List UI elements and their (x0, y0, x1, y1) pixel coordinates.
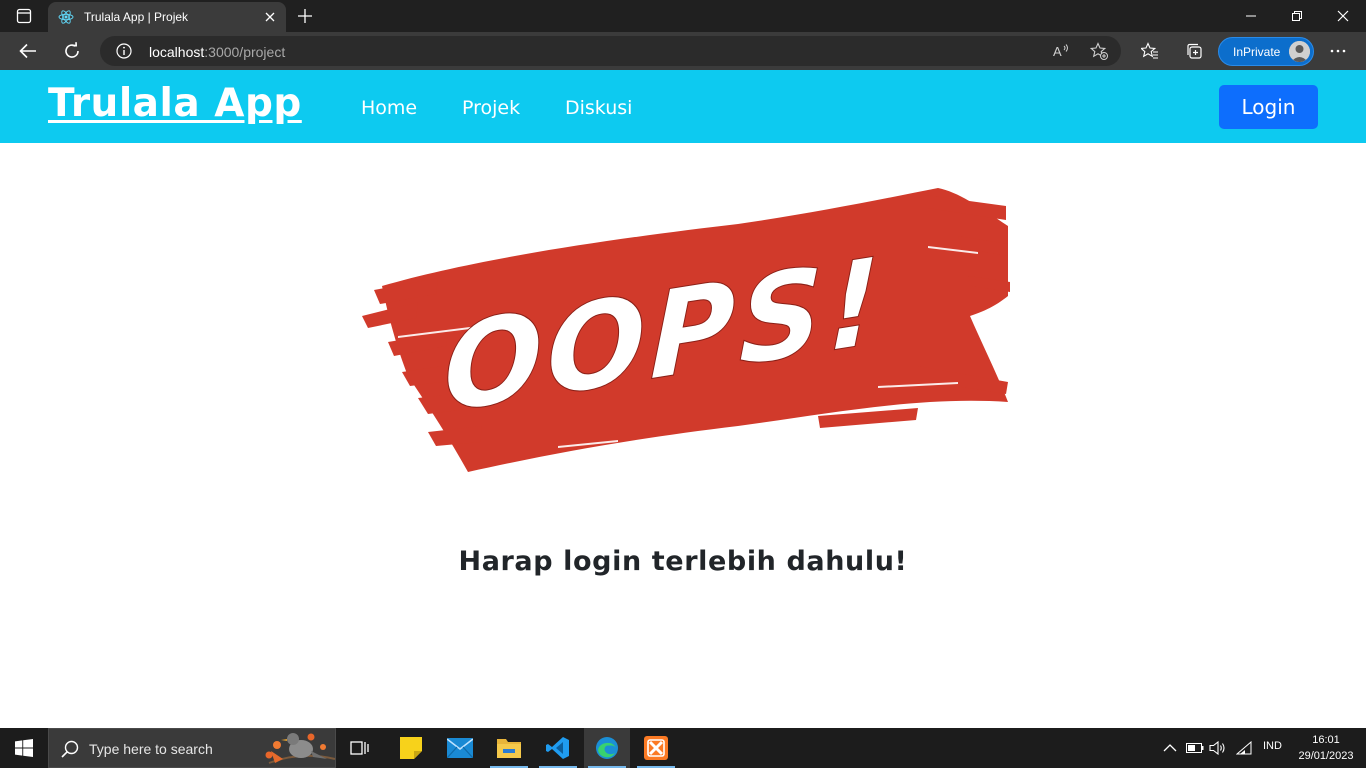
input-language[interactable]: IND (1263, 740, 1282, 752)
search-placeholder: Type here to search (89, 741, 213, 757)
add-favorite-icon[interactable] (1089, 41, 1109, 61)
nav-link-projek[interactable]: Projek (462, 97, 520, 119)
clock-date: 29/01/2023 (1298, 750, 1354, 762)
clock-time: 16:01 (1312, 734, 1340, 746)
close-icon[interactable] (260, 7, 280, 27)
taskbar-search-box[interactable]: Type here to search (48, 728, 336, 768)
tab-title: Trulala App | Projek (84, 10, 189, 24)
profile-avatar-icon (1289, 41, 1310, 62)
wifi-icon[interactable] (1234, 738, 1254, 758)
minimize-icon[interactable] (1228, 0, 1274, 32)
chevron-up-icon[interactable] (1160, 738, 1180, 758)
favorites-icon[interactable] (1139, 40, 1161, 62)
oops-illustration: OOPS! (358, 186, 1010, 478)
sticky-notes-icon[interactable] (388, 728, 434, 768)
browser-tab[interactable]: Trulala App | Projek (48, 2, 286, 32)
search-highlight-bird-icon (261, 729, 337, 769)
address-toolbar: localhost:3000/project A InPrivate (0, 32, 1366, 70)
plus-icon[interactable] (294, 4, 316, 28)
login-button[interactable]: Login (1219, 85, 1318, 129)
battery-icon[interactable] (1185, 738, 1205, 758)
nav-link-home[interactable]: Home (361, 97, 417, 119)
volume-icon[interactable] (1208, 738, 1228, 758)
url-path: :3000/project (204, 44, 286, 60)
site-navbar: Trulala App Home Projek Diskusi Login (0, 70, 1366, 143)
search-icon (61, 740, 79, 758)
address-bar[interactable]: localhost:3000/project A (100, 36, 1121, 66)
url-text: localhost:3000/project (149, 44, 285, 60)
read-aloud-icon[interactable]: A (1052, 41, 1072, 61)
xampp-icon[interactable] (633, 728, 679, 768)
url-host: localhost (149, 44, 205, 60)
more-icon[interactable] (1327, 40, 1349, 62)
brand-link[interactable]: Trulala App (48, 81, 302, 126)
back-icon[interactable] (12, 35, 44, 67)
svg-text:A: A (1053, 44, 1062, 59)
file-explorer-icon[interactable] (486, 728, 532, 768)
restore-icon[interactable] (1274, 0, 1320, 32)
taskbar-clock[interactable]: 16:01 29/01/2023 (1294, 732, 1358, 764)
inprivate-button[interactable]: InPrivate (1218, 37, 1314, 66)
collections-icon[interactable] (1183, 40, 1205, 62)
mail-icon[interactable] (437, 728, 483, 768)
edge-icon[interactable] (584, 728, 630, 768)
windows-start-icon[interactable] (0, 728, 48, 768)
tab-actions-icon[interactable] (8, 4, 40, 28)
task-view-icon[interactable] (337, 728, 383, 768)
nav-link-diskusi[interactable]: Diskusi (565, 97, 632, 119)
refresh-icon[interactable] (56, 35, 88, 67)
vscode-icon[interactable] (535, 728, 581, 768)
browser-tab-bar: Trulala App | Projek (0, 0, 1366, 32)
login-required-message: Harap login terlebih dahulu! (458, 546, 908, 577)
close-window-icon[interactable] (1320, 0, 1366, 32)
windows-taskbar: Type here to search IND 16:01 29/01/2023 (0, 728, 1366, 768)
inprivate-label: InPrivate (1233, 45, 1281, 59)
react-favicon-icon (58, 9, 74, 25)
info-icon[interactable] (116, 43, 132, 59)
